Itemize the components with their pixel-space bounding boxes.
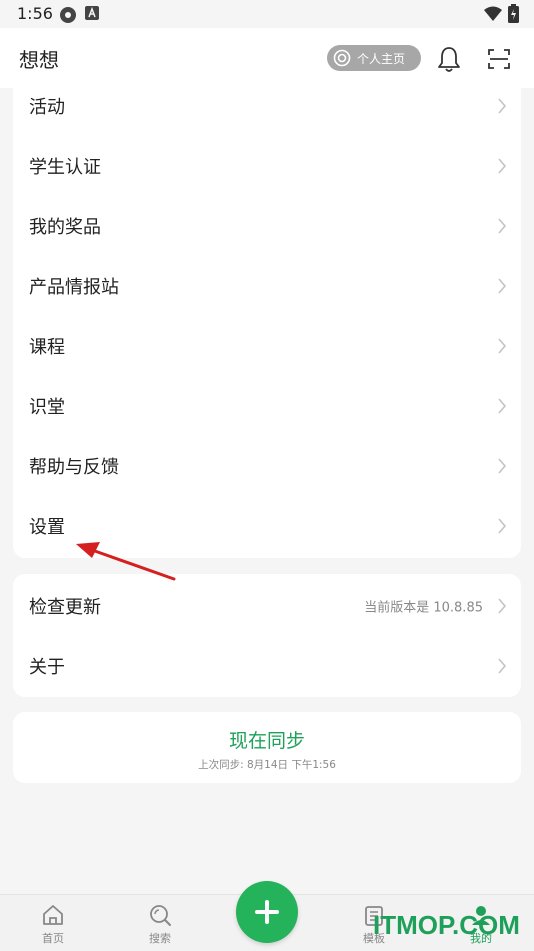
app-notification-icon	[60, 7, 76, 23]
menu-item-student-verify[interactable]: 学生认证	[13, 136, 521, 196]
about-label: 关于	[29, 657, 65, 678]
chevron-right-icon	[498, 398, 507, 414]
chevron-right-icon	[498, 338, 507, 354]
search-icon	[150, 905, 171, 926]
personal-home-button[interactable]: 个人主页	[327, 45, 421, 71]
a-notification-icon	[85, 6, 99, 20]
chevron-right-icon	[498, 158, 507, 174]
plus-icon	[255, 900, 279, 924]
chevron-right-icon	[498, 658, 507, 674]
home-icon	[43, 905, 63, 925]
battery-icon	[508, 4, 519, 23]
menu-item-label: 我的奖品	[29, 217, 101, 238]
menu-item-help-feedback[interactable]: 帮助与反馈	[13, 436, 521, 496]
chevron-right-icon	[498, 278, 507, 294]
tab-label: 首页	[42, 932, 64, 945]
last-sync-text: 上次同步: 8月14日 下午1:56	[198, 759, 336, 771]
tab-home[interactable]: 首页	[23, 895, 83, 951]
sync-card[interactable]: 现在同步 上次同步: 8月14日 下午1:56	[13, 712, 521, 783]
status-time: 1:56	[17, 4, 53, 23]
page-title: 想想	[19, 48, 59, 72]
watermark: ITMOP.COM	[373, 910, 520, 940]
sync-now-button[interactable]: 现在同步	[13, 726, 521, 753]
menu-item-label: 活动	[29, 97, 65, 118]
about-card: 检查更新 当前版本是 10.8.85 关于	[13, 574, 521, 697]
menu-item-shitang[interactable]: 识堂	[13, 376, 521, 436]
chevron-right-icon	[498, 98, 507, 114]
menu-item-activity[interactable]: 活动	[13, 76, 521, 136]
menu-item-product-intel[interactable]: 产品情报站	[13, 256, 521, 316]
about-row[interactable]: 关于	[13, 636, 521, 696]
tab-search[interactable]: 搜索	[130, 895, 190, 951]
target-icon	[333, 49, 351, 67]
scan-icon[interactable]	[487, 47, 511, 71]
menu-item-label: 学生认证	[29, 157, 101, 178]
version-text: 当前版本是 10.8.85	[364, 600, 483, 616]
menu-item-label: 产品情报站	[29, 277, 119, 298]
menu-item-label: 识堂	[29, 397, 65, 418]
chevron-right-icon	[498, 518, 507, 534]
chevron-right-icon	[498, 598, 507, 614]
menu-card: 活动 学生认证 我的奖品 产品情报站 课程 识堂 帮助与反馈 设置	[13, 88, 521, 558]
menu-item-courses[interactable]: 课程	[13, 316, 521, 376]
status-bar: 1:56	[0, 0, 534, 28]
annotation-arrow	[76, 542, 176, 581]
bell-icon[interactable]	[436, 45, 462, 73]
menu-item-label: 课程	[29, 337, 65, 358]
menu-item-label: 设置	[29, 517, 65, 538]
chevron-right-icon	[498, 458, 507, 474]
add-button[interactable]	[236, 881, 298, 943]
chevron-right-icon	[498, 218, 507, 234]
menu-item-my-prizes[interactable]: 我的奖品	[13, 196, 521, 256]
tab-label: 搜索	[149, 932, 171, 945]
wifi-icon	[484, 6, 502, 21]
check-update-label: 检查更新	[29, 597, 101, 618]
personal-home-label: 个人主页	[357, 51, 406, 66]
menu-item-label: 帮助与反馈	[29, 457, 119, 478]
